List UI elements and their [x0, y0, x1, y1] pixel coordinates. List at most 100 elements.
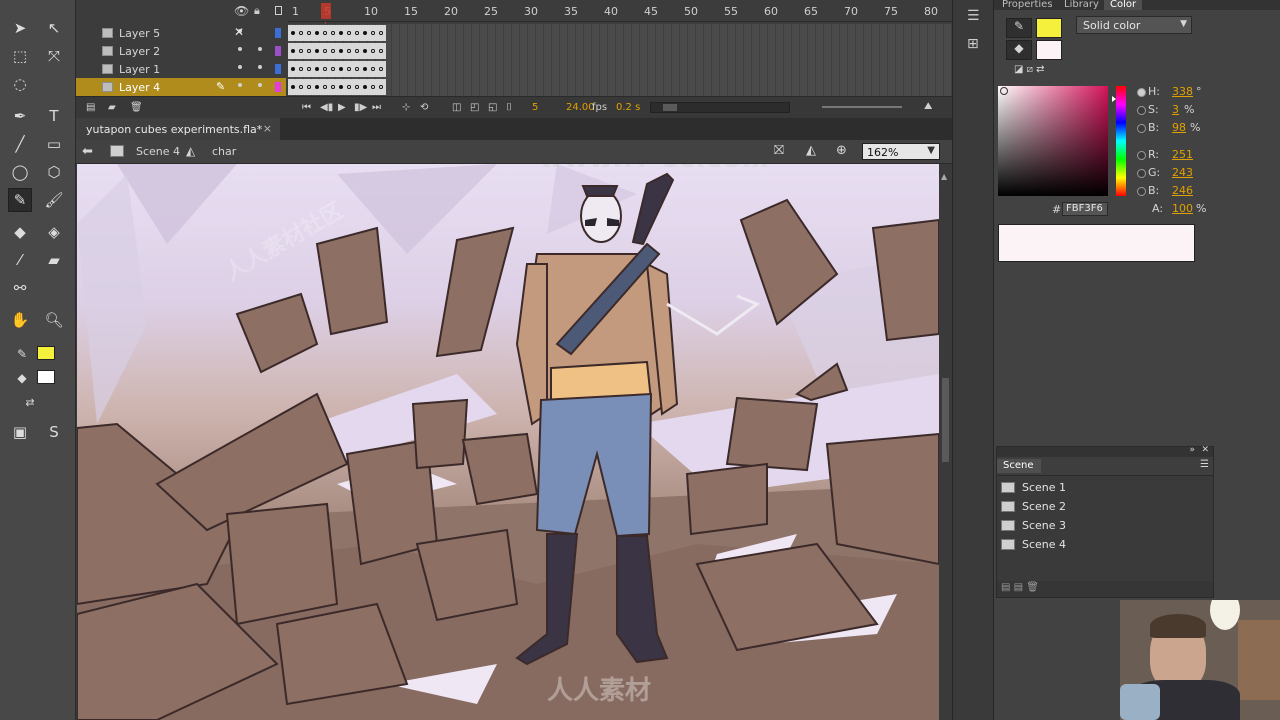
align-panel-icon[interactable]: ☰ — [967, 8, 980, 24]
onion-outline-icon[interactable]: ◰ — [470, 102, 479, 113]
text-tool-icon[interactable]: T — [42, 104, 66, 128]
saturation-brightness-field[interactable] — [998, 86, 1108, 196]
eye-icon[interactable]: 👁 — [234, 4, 249, 18]
tab-color[interactable]: Color — [1104, 0, 1143, 10]
selection-tool-icon[interactable]: ➤ — [8, 16, 32, 40]
elapsed-time[interactable]: 0.2 s — [616, 102, 640, 113]
current-frame-value[interactable]: 5 — [532, 102, 538, 113]
eyedropper-tool-icon[interactable]: ⁄ — [8, 248, 32, 272]
edit-scene-icon[interactable]: ⛝ — [774, 143, 784, 158]
keyframe-dot[interactable] — [331, 49, 335, 53]
loop-icon[interactable]: ⟲ — [420, 102, 428, 113]
keyframe-dot[interactable] — [355, 49, 359, 53]
polystar-tool-icon[interactable]: ⬡ — [42, 160, 66, 184]
scale-mountain-icon[interactable]: ⛰ — [924, 101, 932, 112]
color-picker-cursor[interactable] — [1000, 87, 1008, 95]
layer-color-chip[interactable] — [275, 82, 281, 92]
visibility-dot[interactable] — [238, 83, 242, 87]
keyframe-dot[interactable] — [371, 85, 375, 89]
hue-slider[interactable] — [1116, 86, 1126, 196]
eraser-tool-icon[interactable]: ▰ — [42, 248, 66, 272]
lasso-tool-icon[interactable]: ◌ — [8, 72, 32, 96]
edit-multiple-icon[interactable]: ◱ — [488, 102, 497, 113]
alpha-value[interactable]: 100 — [1172, 202, 1193, 215]
keyframe-dot[interactable] — [347, 31, 351, 35]
onion-skin-icon[interactable]: ◫ — [452, 102, 461, 113]
g-radio[interactable] — [1137, 169, 1146, 178]
frame-track[interactable] — [288, 24, 952, 42]
scene-list-item[interactable]: Scene 4 — [1001, 535, 1066, 553]
smooth-icon[interactable]: S — [42, 420, 66, 444]
hex-input[interactable]: FBF3F6 — [1062, 202, 1108, 216]
stage-canvas[interactable]: www.rr-sc.com 人人素材 人人素材社区 — [77, 164, 939, 720]
frame-ruler[interactable]: 15101520253035404550556065707580 — [288, 0, 952, 22]
keyframe-dot[interactable] — [355, 85, 359, 89]
keyframe-dot[interactable] — [371, 31, 375, 35]
keyframe-dot[interactable] — [315, 67, 319, 71]
frame-track[interactable] — [288, 42, 952, 60]
keyframe-span[interactable] — [288, 79, 386, 95]
hand-tool-icon[interactable]: ✋ — [8, 308, 32, 332]
keyframe-dot[interactable] — [291, 49, 295, 53]
hidden-x-icon[interactable]: ✕ — [234, 25, 244, 39]
b-value[interactable]: 98 — [1172, 121, 1186, 134]
stage-vscrollbar[interactable]: ▲ — [939, 164, 952, 720]
3d-rotation-tool-icon[interactable]: ⤧ — [42, 44, 66, 68]
keyframe-dot[interactable] — [379, 31, 383, 35]
pen-tool-icon[interactable]: ✒ — [8, 104, 32, 128]
layer-row[interactable]: Layer 2 — [76, 42, 286, 60]
keyframe-dot[interactable] — [307, 67, 311, 71]
s-value[interactable]: 3 — [1172, 103, 1179, 116]
b-radio[interactable] — [1137, 124, 1146, 133]
keyframe-dot[interactable] — [299, 49, 303, 53]
keyframe-span[interactable] — [288, 43, 386, 59]
layer-name[interactable]: Layer 1 — [119, 63, 160, 76]
paint-bucket-tool-icon[interactable]: ◆ — [8, 220, 32, 244]
scene-list-item[interactable]: Scene 3 — [1001, 516, 1066, 534]
lock-icon[interactable]: 🔒︎ — [254, 4, 260, 18]
keyframe-dot[interactable] — [363, 85, 367, 89]
playhead[interactable] — [321, 3, 331, 19]
tab-properties[interactable]: Properties — [996, 0, 1059, 10]
keyframe-dot[interactable] — [379, 85, 383, 89]
layer-row[interactable]: Layer 5 — [76, 24, 286, 42]
oval-tool-icon[interactable]: ◯ — [8, 160, 32, 184]
keyframe-dot[interactable] — [331, 85, 335, 89]
layer-row[interactable]: Layer 1 — [76, 60, 286, 78]
stroke-color-swatch[interactable] — [37, 346, 55, 360]
line-tool-icon[interactable]: ╱ — [8, 132, 32, 156]
bone-tool-icon[interactable]: ⚯ — [8, 276, 32, 300]
scroll-up-icon[interactable]: ▲ — [941, 172, 947, 181]
keyframe-dot[interactable] — [363, 67, 367, 71]
breadcrumb-scene[interactable]: Scene 4 — [136, 145, 180, 158]
keyframe-dot[interactable] — [315, 49, 319, 53]
keyframe-dot[interactable] — [363, 31, 367, 35]
layer-color-chip[interactable] — [275, 64, 281, 74]
r-value[interactable]: 251 — [1172, 148, 1193, 161]
layer-name[interactable]: Layer 4 — [119, 81, 160, 94]
frame-track[interactable] — [288, 78, 952, 96]
ink-bottle-tool-icon[interactable]: ◈ — [42, 220, 66, 244]
keyframe-dot[interactable] — [331, 31, 335, 35]
add-scene-icon[interactable]: ▤ ▤ 🗑︎ — [1001, 582, 1039, 593]
h-radio[interactable] — [1137, 88, 1146, 97]
first-frame-icon[interactable]: ⏮ — [302, 102, 311, 113]
h-value[interactable]: 338 — [1172, 85, 1193, 98]
s-radio[interactable] — [1137, 106, 1146, 115]
lock-dot[interactable] — [258, 27, 266, 36]
keyframe-dot[interactable] — [371, 67, 375, 71]
outline-icon[interactable] — [275, 6, 282, 15]
frame-size-slider[interactable] — [822, 106, 902, 108]
play-icon[interactable]: ▶ — [338, 102, 346, 113]
keyframe-dot[interactable] — [339, 85, 343, 89]
tab-library[interactable]: Library — [1058, 0, 1105, 10]
stroke-pencil-icon[interactable]: ✎ — [1006, 18, 1032, 38]
g-value[interactable]: 243 — [1172, 166, 1193, 179]
collapse-icon[interactable]: » — [1189, 445, 1195, 455]
fill-color-swatch[interactable] — [37, 370, 55, 384]
center-frame-icon[interactable]: ⊹ — [402, 102, 410, 113]
hue-marker[interactable] — [1112, 96, 1116, 102]
pencil-tool-icon[interactable]: ✎ — [8, 188, 32, 212]
fill-bucket-icon[interactable]: ◆ — [1006, 40, 1032, 60]
keyframe-dot[interactable] — [323, 85, 327, 89]
